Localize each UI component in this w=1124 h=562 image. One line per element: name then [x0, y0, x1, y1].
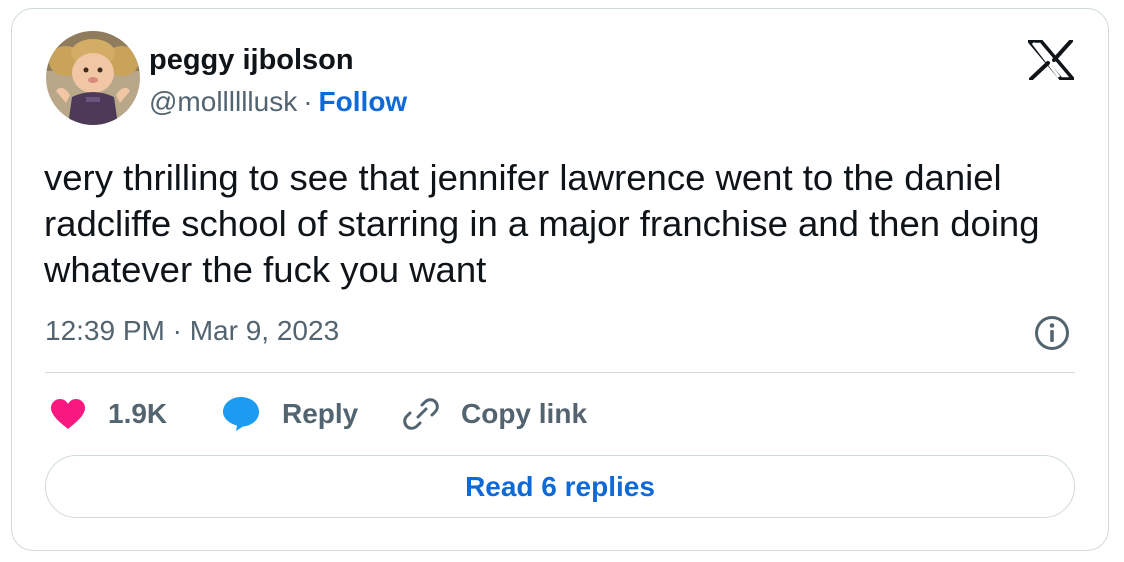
divider	[45, 372, 1075, 373]
x-logo-icon[interactable]	[1027, 39, 1075, 81]
copy-link-button[interactable]: Copy link	[401, 394, 587, 434]
separator-dot: ·	[303, 86, 313, 117]
avatar-image	[46, 31, 140, 125]
tweet-timestamp[interactable]: 12:39 PM · Mar 9, 2023	[45, 314, 339, 348]
reply-label: Reply	[282, 398, 359, 429]
heart-icon	[51, 399, 85, 429]
link-icon	[403, 398, 439, 430]
author-name[interactable]: peggy ijbolson	[149, 43, 354, 77]
info-icon[interactable]	[1034, 315, 1070, 351]
avatar[interactable]	[46, 31, 140, 125]
reply-button[interactable]: Reply	[222, 394, 358, 434]
read-replies-label: Read 6 replies	[465, 470, 655, 502]
like-count: 1.9K	[108, 398, 168, 429]
author-handle[interactable]: @mollllllusk	[149, 86, 297, 117]
read-replies-button[interactable]: Read 6 replies	[45, 455, 1075, 518]
speech-bubble-icon	[223, 397, 259, 431]
like-button[interactable]: 1.9K	[50, 394, 167, 434]
author-meta: @mollllllusk · Follow	[149, 85, 407, 119]
copy-link-label: Copy link	[461, 398, 588, 429]
tweet-text: very thrilling to see that jennifer lawr…	[44, 157, 1040, 290]
follow-link[interactable]: Follow	[319, 86, 408, 117]
